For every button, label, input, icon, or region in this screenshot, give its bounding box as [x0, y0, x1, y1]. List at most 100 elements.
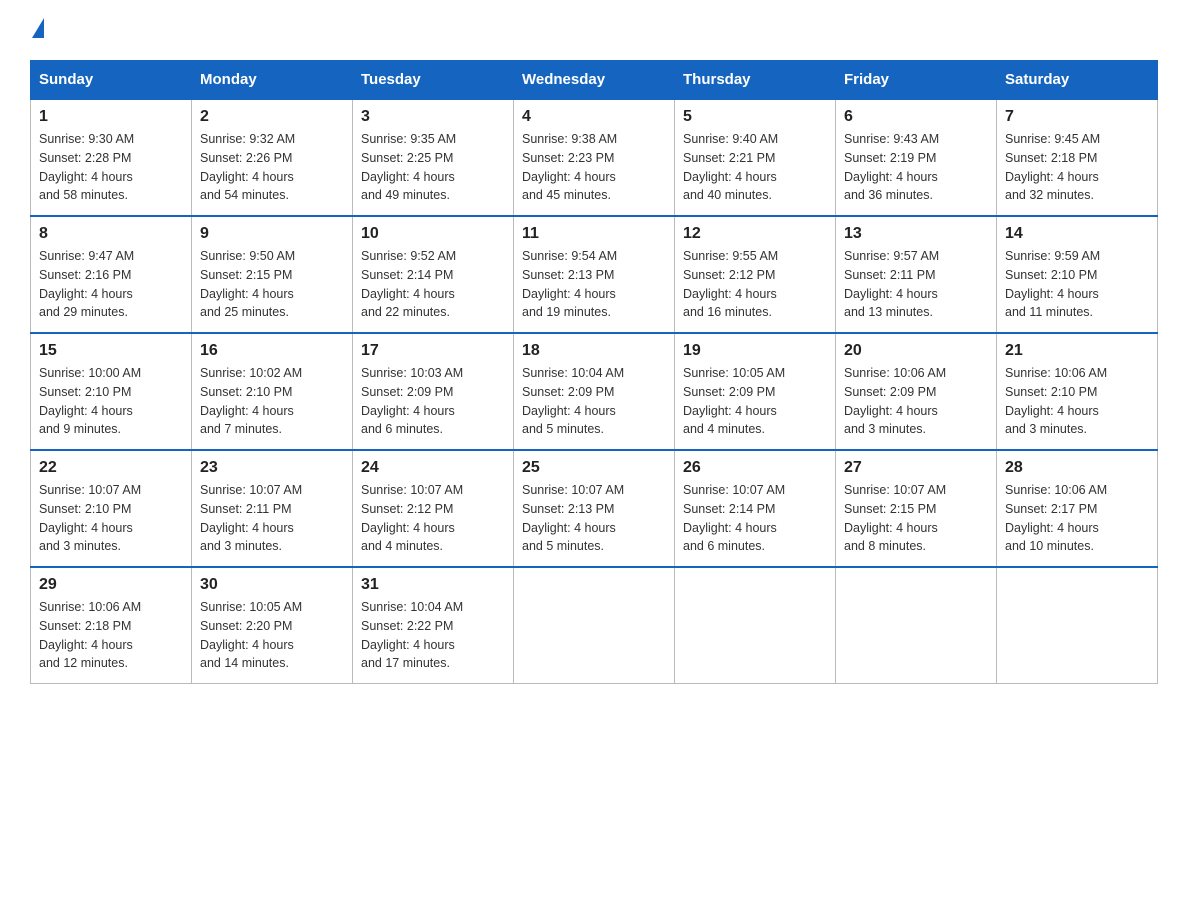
day-number: 14 [1005, 225, 1149, 243]
day-number: 24 [361, 459, 505, 477]
day-info: Sunrise: 10:07 AM Sunset: 2:12 PM Daylig… [361, 481, 505, 556]
day-info: Sunrise: 9:30 AM Sunset: 2:28 PM Dayligh… [39, 130, 183, 205]
day-number: 2 [200, 108, 344, 126]
day-info: Sunrise: 10:07 AM Sunset: 2:13 PM Daylig… [522, 481, 666, 556]
day-number: 16 [200, 342, 344, 360]
day-info: Sunrise: 10:06 AM Sunset: 2:17 PM Daylig… [1005, 481, 1149, 556]
calendar-cell: 25 Sunrise: 10:07 AM Sunset: 2:13 PM Day… [514, 450, 675, 567]
day-info: Sunrise: 10:00 AM Sunset: 2:10 PM Daylig… [39, 364, 183, 439]
day-number: 18 [522, 342, 666, 360]
day-info: Sunrise: 9:35 AM Sunset: 2:25 PM Dayligh… [361, 130, 505, 205]
calendar-cell: 11 Sunrise: 9:54 AM Sunset: 2:13 PM Dayl… [514, 216, 675, 333]
day-info: Sunrise: 10:07 AM Sunset: 2:15 PM Daylig… [844, 481, 988, 556]
col-header-friday: Friday [836, 61, 997, 100]
calendar-body: 1 Sunrise: 9:30 AM Sunset: 2:28 PM Dayli… [31, 99, 1158, 684]
day-number: 1 [39, 108, 183, 126]
calendar-cell: 4 Sunrise: 9:38 AM Sunset: 2:23 PM Dayli… [514, 99, 675, 216]
calendar-header: SundayMondayTuesdayWednesdayThursdayFrid… [31, 61, 1158, 100]
calendar-cell [997, 567, 1158, 684]
day-info: Sunrise: 9:40 AM Sunset: 2:21 PM Dayligh… [683, 130, 827, 205]
day-info: Sunrise: 10:05 AM Sunset: 2:09 PM Daylig… [683, 364, 827, 439]
calendar-cell: 18 Sunrise: 10:04 AM Sunset: 2:09 PM Day… [514, 333, 675, 450]
day-info: Sunrise: 10:05 AM Sunset: 2:20 PM Daylig… [200, 598, 344, 673]
day-info: Sunrise: 10:06 AM Sunset: 2:18 PM Daylig… [39, 598, 183, 673]
day-info: Sunrise: 10:04 AM Sunset: 2:09 PM Daylig… [522, 364, 666, 439]
calendar-week-4: 22 Sunrise: 10:07 AM Sunset: 2:10 PM Day… [31, 450, 1158, 567]
calendar-cell: 19 Sunrise: 10:05 AM Sunset: 2:09 PM Day… [675, 333, 836, 450]
day-number: 17 [361, 342, 505, 360]
day-number: 25 [522, 459, 666, 477]
day-number: 29 [39, 576, 183, 594]
calendar-cell: 5 Sunrise: 9:40 AM Sunset: 2:21 PM Dayli… [675, 99, 836, 216]
day-number: 7 [1005, 108, 1149, 126]
calendar-cell: 21 Sunrise: 10:06 AM Sunset: 2:10 PM Day… [997, 333, 1158, 450]
calendar-cell: 30 Sunrise: 10:05 AM Sunset: 2:20 PM Day… [192, 567, 353, 684]
col-header-saturday: Saturday [997, 61, 1158, 100]
day-number: 9 [200, 225, 344, 243]
col-header-sunday: Sunday [31, 61, 192, 100]
calendar-cell: 9 Sunrise: 9:50 AM Sunset: 2:15 PM Dayli… [192, 216, 353, 333]
calendar-cell: 24 Sunrise: 10:07 AM Sunset: 2:12 PM Day… [353, 450, 514, 567]
day-info: Sunrise: 10:07 AM Sunset: 2:14 PM Daylig… [683, 481, 827, 556]
day-number: 21 [1005, 342, 1149, 360]
col-header-wednesday: Wednesday [514, 61, 675, 100]
calendar-cell: 17 Sunrise: 10:03 AM Sunset: 2:09 PM Day… [353, 333, 514, 450]
day-number: 28 [1005, 459, 1149, 477]
calendar-cell [675, 567, 836, 684]
day-number: 6 [844, 108, 988, 126]
day-info: Sunrise: 10:07 AM Sunset: 2:11 PM Daylig… [200, 481, 344, 556]
calendar-cell: 29 Sunrise: 10:06 AM Sunset: 2:18 PM Day… [31, 567, 192, 684]
col-header-monday: Monday [192, 61, 353, 100]
calendar-cell: 26 Sunrise: 10:07 AM Sunset: 2:14 PM Day… [675, 450, 836, 567]
day-info: Sunrise: 9:32 AM Sunset: 2:26 PM Dayligh… [200, 130, 344, 205]
day-number: 26 [683, 459, 827, 477]
calendar-cell: 6 Sunrise: 9:43 AM Sunset: 2:19 PM Dayli… [836, 99, 997, 216]
day-number: 19 [683, 342, 827, 360]
calendar-week-2: 8 Sunrise: 9:47 AM Sunset: 2:16 PM Dayli… [31, 216, 1158, 333]
day-number: 20 [844, 342, 988, 360]
day-info: Sunrise: 10:02 AM Sunset: 2:10 PM Daylig… [200, 364, 344, 439]
day-info: Sunrise: 9:47 AM Sunset: 2:16 PM Dayligh… [39, 247, 183, 322]
day-info: Sunrise: 10:06 AM Sunset: 2:10 PM Daylig… [1005, 364, 1149, 439]
day-number: 4 [522, 108, 666, 126]
day-number: 3 [361, 108, 505, 126]
calendar-cell [836, 567, 997, 684]
logo-triangle-icon [32, 18, 44, 38]
calendar-cell: 3 Sunrise: 9:35 AM Sunset: 2:25 PM Dayli… [353, 99, 514, 216]
col-header-thursday: Thursday [675, 61, 836, 100]
calendar-cell: 12 Sunrise: 9:55 AM Sunset: 2:12 PM Dayl… [675, 216, 836, 333]
day-info: Sunrise: 9:57 AM Sunset: 2:11 PM Dayligh… [844, 247, 988, 322]
day-number: 13 [844, 225, 988, 243]
day-info: Sunrise: 9:43 AM Sunset: 2:19 PM Dayligh… [844, 130, 988, 205]
calendar-cell: 15 Sunrise: 10:00 AM Sunset: 2:10 PM Day… [31, 333, 192, 450]
day-number: 23 [200, 459, 344, 477]
calendar-cell: 10 Sunrise: 9:52 AM Sunset: 2:14 PM Dayl… [353, 216, 514, 333]
day-info: Sunrise: 9:55 AM Sunset: 2:12 PM Dayligh… [683, 247, 827, 322]
logo [30, 20, 44, 40]
calendar-week-3: 15 Sunrise: 10:00 AM Sunset: 2:10 PM Day… [31, 333, 1158, 450]
day-number: 8 [39, 225, 183, 243]
day-info: Sunrise: 10:07 AM Sunset: 2:10 PM Daylig… [39, 481, 183, 556]
calendar-cell: 20 Sunrise: 10:06 AM Sunset: 2:09 PM Day… [836, 333, 997, 450]
header-row: SundayMondayTuesdayWednesdayThursdayFrid… [31, 61, 1158, 100]
day-number: 27 [844, 459, 988, 477]
day-info: Sunrise: 9:52 AM Sunset: 2:14 PM Dayligh… [361, 247, 505, 322]
day-number: 22 [39, 459, 183, 477]
calendar-cell: 28 Sunrise: 10:06 AM Sunset: 2:17 PM Day… [997, 450, 1158, 567]
day-info: Sunrise: 10:06 AM Sunset: 2:09 PM Daylig… [844, 364, 988, 439]
header [30, 20, 1158, 40]
day-number: 12 [683, 225, 827, 243]
calendar-cell [514, 567, 675, 684]
day-info: Sunrise: 10:03 AM Sunset: 2:09 PM Daylig… [361, 364, 505, 439]
calendar-cell: 14 Sunrise: 9:59 AM Sunset: 2:10 PM Dayl… [997, 216, 1158, 333]
calendar-cell: 8 Sunrise: 9:47 AM Sunset: 2:16 PM Dayli… [31, 216, 192, 333]
calendar-cell: 27 Sunrise: 10:07 AM Sunset: 2:15 PM Day… [836, 450, 997, 567]
day-number: 10 [361, 225, 505, 243]
day-info: Sunrise: 9:38 AM Sunset: 2:23 PM Dayligh… [522, 130, 666, 205]
calendar-week-1: 1 Sunrise: 9:30 AM Sunset: 2:28 PM Dayli… [31, 99, 1158, 216]
calendar-cell: 16 Sunrise: 10:02 AM Sunset: 2:10 PM Day… [192, 333, 353, 450]
calendar-cell: 22 Sunrise: 10:07 AM Sunset: 2:10 PM Day… [31, 450, 192, 567]
col-header-tuesday: Tuesday [353, 61, 514, 100]
calendar-week-5: 29 Sunrise: 10:06 AM Sunset: 2:18 PM Day… [31, 567, 1158, 684]
day-info: Sunrise: 10:04 AM Sunset: 2:22 PM Daylig… [361, 598, 505, 673]
